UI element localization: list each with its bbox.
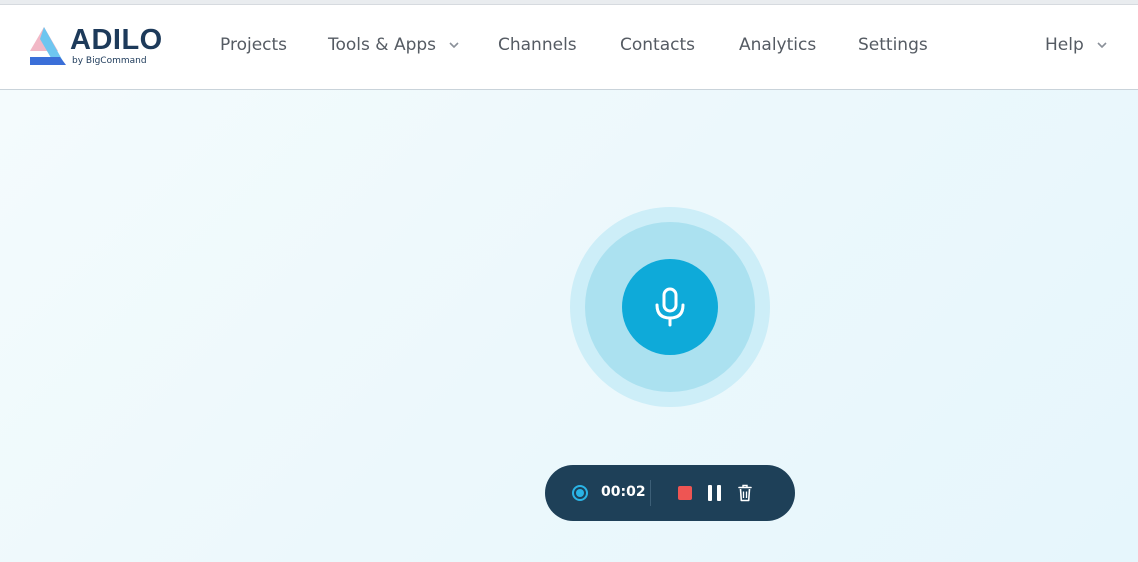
chevron-down-icon bbox=[1097, 42, 1107, 48]
stop-recording-button[interactable] bbox=[678, 486, 692, 500]
recording-control-bar: 00:02 bbox=[545, 465, 795, 521]
nav-item-analytics[interactable]: Analytics bbox=[739, 35, 816, 55]
nav-item-channels[interactable]: Channels bbox=[498, 35, 577, 55]
adilo-logo[interactable]: ADILO by BigCommand bbox=[30, 24, 170, 71]
mic-button[interactable] bbox=[622, 259, 718, 355]
nav-item-label: Projects bbox=[220, 35, 288, 55]
delete-recording-button[interactable] bbox=[738, 484, 752, 502]
top-navigation-bar: ADILO by BigCommand Projects Tools & App… bbox=[0, 5, 1138, 90]
nav-item-settings[interactable]: Settings bbox=[858, 35, 928, 55]
nav-item-help[interactable]: Help bbox=[1045, 35, 1107, 55]
nav-item-label: Analytics bbox=[739, 35, 817, 55]
recording-timer: 00:02 bbox=[601, 484, 646, 500]
nav-item-label: Contacts bbox=[620, 35, 695, 55]
pause-icon bbox=[708, 485, 712, 501]
nav-item-label: Settings bbox=[858, 35, 928, 55]
nav-item-label: Help bbox=[1045, 35, 1084, 55]
chevron-down-icon bbox=[449, 42, 459, 48]
logo-tagline: by BigCommand bbox=[72, 56, 147, 66]
microphone-icon bbox=[655, 287, 685, 327]
nav-item-contacts[interactable]: Contacts bbox=[620, 35, 695, 55]
nav-item-label: Tools & Apps bbox=[328, 35, 437, 55]
recording-area: 00:02 bbox=[0, 90, 1138, 562]
pause-recording-button[interactable] bbox=[707, 485, 723, 501]
nav-item-projects[interactable]: Projects bbox=[220, 35, 287, 55]
nav-item-label: Channels bbox=[498, 35, 577, 55]
logo-triangle-icon bbox=[30, 27, 66, 65]
pause-icon bbox=[717, 485, 721, 501]
logo-wordmark: ADILO bbox=[70, 24, 163, 56]
recording-indicator-icon bbox=[572, 485, 588, 501]
nav-item-tools-apps[interactable]: Tools & Apps bbox=[328, 35, 459, 55]
divider bbox=[650, 480, 651, 506]
